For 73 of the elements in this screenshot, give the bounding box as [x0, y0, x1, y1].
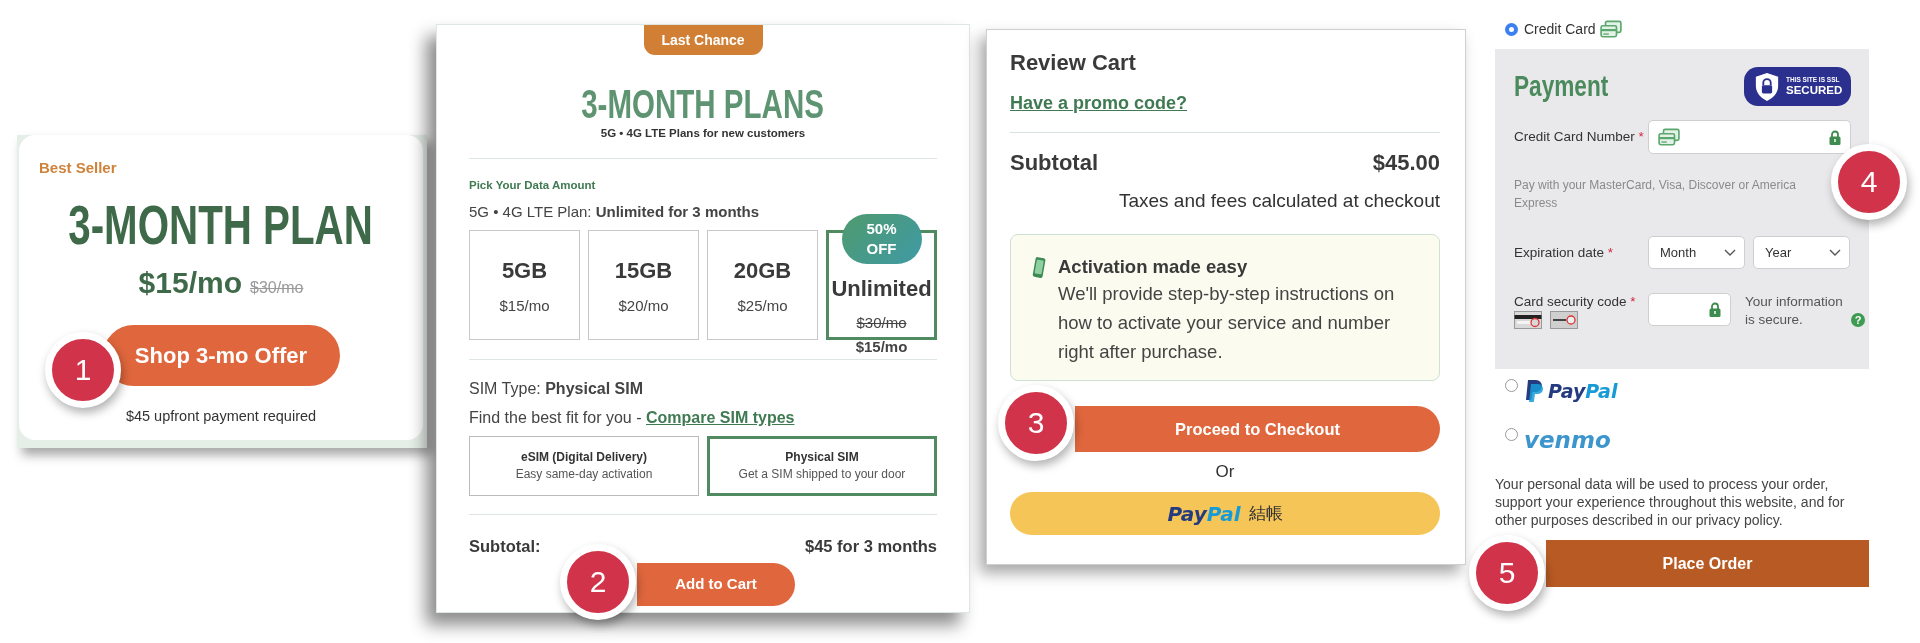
card-icon [1599, 20, 1622, 38]
radio-button[interactable] [1505, 22, 1518, 36]
chevron-down-icon [1829, 249, 1841, 256]
sim-description: Easy same-day activation [515, 466, 653, 483]
payment-note: $45 upfront payment required [125, 407, 317, 426]
subtotal-label: Subtotal [1010, 149, 1098, 177]
plan-price: $15/mo [138, 265, 242, 301]
tag-label: Best Seller [39, 159, 117, 177]
plan-price: $25/mo [737, 296, 788, 316]
plan-amount: Unlimited [831, 276, 932, 302]
sim-name: eSIM (Digital Delivery) [520, 449, 647, 466]
plan-amount: 20GB [733, 258, 792, 284]
help-text: Pay with your MasterCard, Visa, Discover or America [1514, 177, 1796, 194]
plan-amount: 5GB [501, 258, 548, 284]
card-icon [1658, 128, 1680, 146]
dropdown-select[interactable]: Year [1753, 236, 1850, 269]
payment-title: Payment [1514, 69, 1609, 104]
data-plan-option[interactable]: 50% OFF Unlimited $30/mo $15/mo [826, 214, 937, 357]
old-price: $30/mo [250, 278, 304, 298]
sim-option[interactable]: Physical SIM Get a SIM shipped to your door [707, 436, 937, 496]
radio-button[interactable] [1505, 428, 1518, 441]
lock-icon [1709, 302, 1721, 317]
plans-subtitle: 5G • 4G LTE Plans for new customers [600, 126, 806, 141]
place-order-button[interactable]: Place Order [1546, 540, 1869, 587]
promo-code-link[interactable]: Have a promo code? [1010, 91, 1188, 115]
secure-note: Your information is secure. [1745, 293, 1844, 329]
paypal-wordmark[interactable]: PayPal [1548, 376, 1618, 406]
subtotal-value: $45 for 3 months [804, 536, 937, 557]
seal-text: SECURED [1786, 84, 1843, 97]
radio-button[interactable] [1505, 379, 1518, 392]
sim-type-text: SIM Type: Physical SIM [469, 379, 643, 399]
or-text: Or [1215, 461, 1235, 483]
plan-summary-text: 5G • 4G LTE Plan: Unlimited for 3 months [469, 202, 760, 222]
compare-sim-link[interactable]: Compare SIM types [645, 409, 795, 426]
field-label: Expiration date * [1514, 243, 1615, 262]
field-label: Card security code * [1514, 293, 1636, 311]
card-back-icon [1514, 311, 1542, 329]
sim-description: Get a SIM shipped to your door [738, 466, 906, 483]
tax-note: Taxes and fees calculated at checkout [1118, 189, 1440, 213]
privacy-text: Your personal data will be used to process your order, support your experience throughout this website, and for other purposes described in our privacy policy. [1495, 475, 1846, 529]
data-plan-option[interactable]: 5GB $15/mo [469, 230, 580, 340]
subtotal-value: $45.00 [1372, 149, 1440, 177]
sim-name: Physical SIM [785, 449, 859, 466]
plans-title: 3-MONTH PLANS [581, 83, 825, 125]
subtotal-label: Subtotal: [469, 536, 541, 557]
sim-option[interactable]: eSIM (Digital Delivery) Easy same-day activation [469, 436, 699, 496]
ribbon-label: Last Chance [643, 25, 763, 55]
plan-price: $20/mo [618, 296, 669, 316]
plan-title: 3-MONTH PLAN [68, 197, 374, 253]
payment-method-label[interactable]: Credit Card [1524, 19, 1596, 39]
notice-text: We'll provide step-by-step instructions on how to activate your service and number right after purchase. [1058, 282, 1396, 364]
plan-amount: 15GB [614, 258, 673, 284]
cart-title: Review Cart [1010, 49, 1136, 77]
section-label: Pick Your Data Amount [469, 178, 596, 193]
notice-title: Activation made easy [1058, 255, 1248, 279]
data-plan-option[interactable]: 15GB $20/mo [588, 230, 699, 340]
field-label: Credit Card Number * [1514, 128, 1645, 146]
card-number-field[interactable] [1648, 120, 1851, 154]
security-code-field[interactable] [1648, 293, 1731, 326]
shield-lock-icon [1754, 71, 1780, 102]
dropdown-select[interactable]: Month [1648, 236, 1745, 269]
data-plan-option[interactable]: 20GB $25/mo [707, 230, 818, 340]
plan-price: $15/mo [855, 337, 908, 357]
old-price: $30/mo [856, 313, 907, 333]
lock-icon [1829, 129, 1841, 145]
paypal-checkout-button[interactable]: PayPal 結帳 [1010, 492, 1440, 535]
p-logo-icon [1524, 379, 1544, 403]
help-text: Express [1514, 195, 1558, 212]
sim-fit-text: Find the best fit for you - Compare SIM types [469, 408, 795, 428]
plan-price: $15/mo [499, 296, 550, 316]
discount-tag: 50% OFF [841, 214, 922, 264]
card-front-icon [1550, 311, 1578, 329]
chevron-down-icon [1724, 249, 1736, 256]
